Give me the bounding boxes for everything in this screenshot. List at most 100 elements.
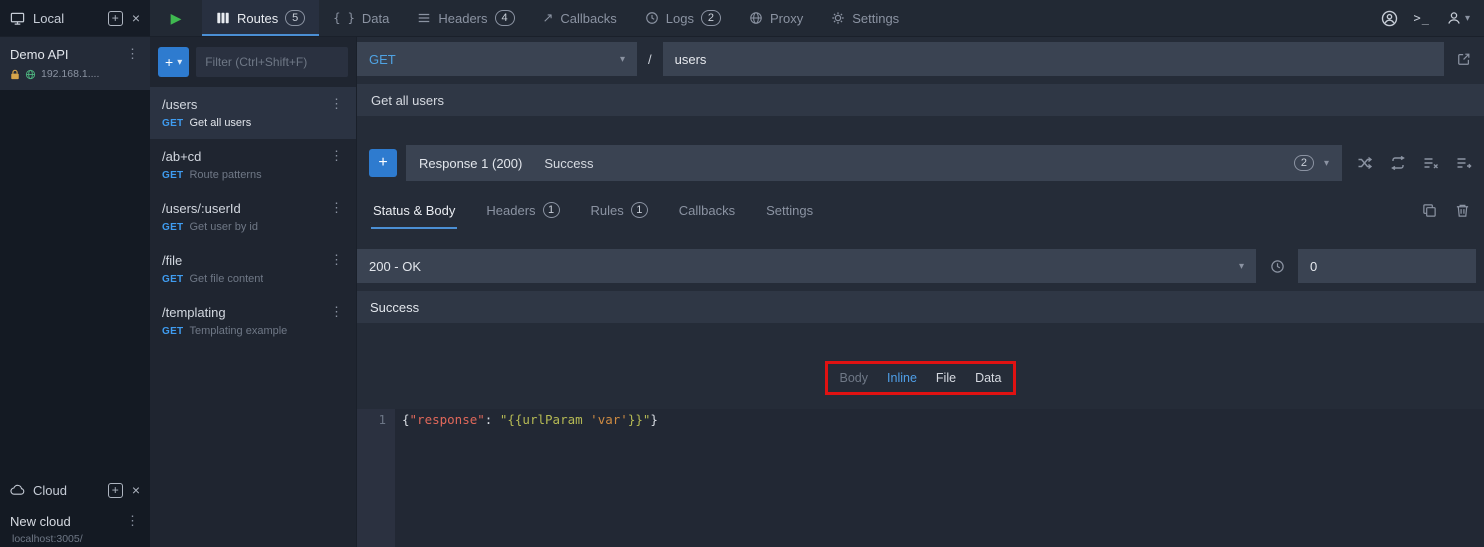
route-description: Get file content: [189, 273, 263, 285]
cloud-environment-item[interactable]: New cloud ⋮ localhost:3005/: [0, 506, 150, 547]
code-token: "response": [410, 412, 485, 427]
environment-item-demo-api[interactable]: Demo API ⋮ 192.168.1....: [0, 37, 150, 90]
tab-proxy[interactable]: Proxy: [735, 0, 817, 36]
account-menu-button[interactable]: ▾: [1446, 10, 1470, 26]
red-annotation-box: Body Inline File Data: [825, 361, 1017, 395]
tab-headers[interactable]: Headers 4: [403, 0, 528, 36]
body-type-file-button[interactable]: File: [936, 371, 956, 385]
route-path: /file: [162, 253, 182, 268]
tab-headers-label: Headers: [438, 11, 487, 26]
chevron-down-icon: ▾: [177, 57, 182, 68]
route-method: GET: [162, 222, 183, 233]
collapse-local-section-icon[interactable]: ×: [132, 10, 140, 26]
route-menu-icon[interactable]: ⋮: [327, 148, 346, 164]
chevron-down-icon: ▾: [620, 54, 625, 65]
tab-routes-label: Routes: [237, 11, 278, 26]
route-method: GET: [162, 326, 183, 337]
gear-icon: [831, 11, 845, 25]
add-cloud-environment-button[interactable]: +: [108, 483, 123, 498]
add-route-button[interactable]: +▾: [158, 47, 189, 77]
route-menu-icon[interactable]: ⋮: [327, 200, 346, 216]
response-count-badge: 2: [1294, 155, 1314, 171]
method-value: GET: [369, 52, 396, 67]
chevron-down-icon: ▾: [1324, 158, 1329, 169]
tab-data-label: Data: [362, 11, 389, 26]
collapse-cloud-section-icon[interactable]: ×: [132, 482, 140, 498]
route-menu-icon[interactable]: ⋮: [327, 252, 346, 268]
tab-data[interactable]: { } Data: [319, 0, 403, 36]
route-description: Route patterns: [189, 169, 261, 181]
body-type-data-button[interactable]: Data: [975, 371, 1001, 385]
latency-input[interactable]: [1298, 249, 1476, 283]
status-code-select[interactable]: 200 - OK ▾: [357, 249, 1256, 283]
delete-response-trash-icon[interactable]: [1455, 203, 1470, 218]
disable-rules-icon[interactable]: [1423, 155, 1439, 171]
tab-settings[interactable]: Settings: [817, 0, 913, 36]
route-item-users[interactable]: /users ⋮ GET Get all users: [150, 87, 356, 139]
tab-logs-label: Logs: [666, 11, 694, 26]
route-method: GET: [162, 118, 183, 129]
tab-response-settings[interactable]: Settings: [764, 191, 815, 229]
chevron-down-icon: ▾: [1465, 13, 1470, 24]
routes-filter-input[interactable]: [196, 47, 348, 77]
tab-rules[interactable]: Rules 1: [589, 191, 650, 229]
account-icon: [1446, 10, 1462, 26]
route-item-templating[interactable]: /templating ⋮ GET Templating example: [150, 295, 356, 347]
tab-status-body-label: Status & Body: [373, 203, 455, 218]
route-path: /templating: [162, 305, 226, 320]
response-label-input[interactable]: [357, 291, 1484, 323]
route-menu-icon[interactable]: ⋮: [327, 304, 346, 320]
tab-response-headers-label: Headers: [486, 203, 535, 218]
external-link-icon: [1457, 52, 1471, 66]
tab-response-headers[interactable]: Headers 1: [484, 191, 561, 229]
tab-routes[interactable]: Routes 5: [202, 0, 319, 36]
code-token: }}": [628, 412, 651, 427]
tab-response-callbacks[interactable]: Callbacks: [677, 191, 737, 229]
routes-count-badge: 5: [285, 10, 305, 26]
response-tabs: Status & Body Headers 1 Rules 1 Callback…: [357, 191, 1484, 229]
response-mode-buttons: [1351, 155, 1484, 171]
globe-icon: [749, 11, 763, 25]
app-body: Demo API ⋮ 192.168.1....: [0, 37, 1484, 547]
local-environments-header: Local + ×: [0, 0, 150, 36]
add-response-button[interactable]: +: [369, 149, 397, 177]
environment-name: Demo API: [10, 47, 69, 62]
route-path-input[interactable]: [663, 42, 1444, 76]
user-avatar-icon[interactable]: [1381, 10, 1398, 27]
route-item-users-userid[interactable]: /users/:userId ⋮ GET Get user by id: [150, 191, 356, 243]
route-path: /ab+cd: [162, 149, 201, 164]
sequential-response-repeat-icon[interactable]: [1390, 155, 1406, 171]
duplicate-response-icon[interactable]: [1422, 203, 1437, 218]
routes-grid-icon: [216, 11, 230, 25]
response-select[interactable]: Response 1 (200) Success 2 ▾: [406, 145, 1342, 181]
route-menu-icon[interactable]: ⋮: [327, 96, 346, 112]
start-server-button[interactable]: ▶: [150, 0, 202, 36]
terminal-icon[interactable]: >_: [1414, 11, 1430, 25]
tab-callbacks-label: Callbacks: [560, 11, 616, 26]
response-sublabel: Success: [544, 156, 593, 171]
tab-settings-label: Settings: [852, 11, 899, 26]
status-row: 200 - OK ▾: [357, 249, 1484, 283]
random-response-shuffle-icon[interactable]: [1357, 155, 1373, 171]
body-type-inline-button[interactable]: Inline: [887, 371, 917, 385]
body-type-body-button[interactable]: Body: [840, 371, 869, 385]
method-select[interactable]: GET ▾: [357, 42, 637, 76]
route-description-bar[interactable]: Get all users: [357, 84, 1484, 116]
open-route-in-browser-button[interactable]: [1444, 42, 1484, 76]
route-item-abcd[interactable]: /ab+cd ⋮ GET Route patterns: [150, 139, 356, 191]
code-token: 'var': [590, 412, 628, 427]
cloud-environment-menu-icon[interactable]: ⋮: [123, 513, 142, 529]
routes-toolbar: +▾: [150, 37, 356, 87]
tab-status-body[interactable]: Status & Body: [371, 191, 457, 229]
environments-sidebar: Demo API ⋮ 192.168.1....: [0, 37, 150, 547]
tab-proxy-label: Proxy: [770, 11, 803, 26]
tab-logs[interactable]: Logs 2: [631, 0, 735, 36]
response-headers-count-badge: 1: [543, 202, 560, 218]
editor-code-line[interactable]: {"response": "{{urlParam 'var'}}"}: [395, 409, 1484, 547]
add-local-environment-button[interactable]: +: [108, 11, 123, 26]
route-item-file[interactable]: /file ⋮ GET Get file content: [150, 243, 356, 295]
fallback-response-icon[interactable]: [1456, 155, 1472, 171]
tab-callbacks[interactable]: ↗ Callbacks: [529, 0, 631, 36]
body-code-editor[interactable]: 1 {"response": "{{urlParam 'var'}}"}: [357, 409, 1484, 547]
environment-menu-icon[interactable]: ⋮: [123, 46, 142, 62]
